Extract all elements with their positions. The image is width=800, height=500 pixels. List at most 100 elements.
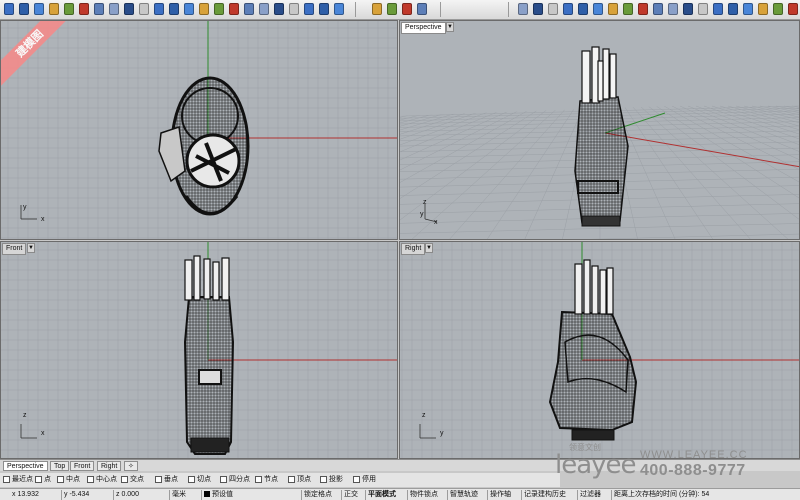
status-z-coord: z 0.000 xyxy=(114,490,170,500)
osnap-checkbox[interactable] xyxy=(121,476,128,483)
toolbar-tool-icon[interactable] xyxy=(698,3,708,15)
toolbar-tool-icon[interactable] xyxy=(638,3,648,15)
osnap-checkbox[interactable] xyxy=(35,476,42,483)
status-filter[interactable]: 过滤器 xyxy=(578,490,612,500)
toolbar-tool-icon[interactable] xyxy=(334,3,344,15)
viewport-perspective[interactable]: Perspective ▼ z y x xyxy=(399,20,800,240)
tab-right[interactable]: Right xyxy=(97,461,122,471)
osnap-checkbox[interactable] xyxy=(255,476,262,483)
toolbar-tool-icon[interactable] xyxy=(4,3,14,15)
osnap-checkbox[interactable] xyxy=(155,476,162,483)
osnap-checkbox[interactable] xyxy=(188,476,195,483)
toolbar-tool-icon[interactable] xyxy=(109,3,119,15)
toolbar-tool-icon[interactable] xyxy=(244,3,254,15)
toolbar-tool-icon[interactable] xyxy=(653,3,663,15)
toolbar-tool-icon[interactable] xyxy=(94,3,104,15)
toolbar-tool-icon[interactable] xyxy=(274,3,284,15)
golf-bag-top-view[interactable] xyxy=(158,76,251,216)
viewport-front[interactable]: Front ▼ z x xyxy=(0,241,398,459)
main-toolbar xyxy=(0,0,800,20)
toolbar-tool-icon[interactable] xyxy=(139,3,149,15)
status-ortho[interactable]: 正交 xyxy=(342,490,366,500)
toolbar-tool-icon[interactable] xyxy=(402,3,412,15)
golf-bag-front-view[interactable] xyxy=(181,255,237,457)
osnap-bar: 最近点 点 中点 中心点 交点 垂点 切点 四分点 节点 顶点 投影 停用 xyxy=(0,473,560,487)
toolbar-tool-icon[interactable] xyxy=(518,3,528,15)
toolbar-tool-icon[interactable] xyxy=(259,3,269,15)
toolbar-tool-icon[interactable] xyxy=(623,3,633,15)
status-planar[interactable]: 平面模式 xyxy=(366,490,408,500)
toolbar-tool-icon[interactable] xyxy=(304,3,314,15)
osnap-checkbox[interactable] xyxy=(353,476,360,483)
status-smarttrack[interactable]: 智慧轨迹 xyxy=(448,490,488,500)
toolbar-tool-icon[interactable] xyxy=(668,3,678,15)
toolbar-tool-icon[interactable] xyxy=(608,3,618,15)
viewport-right[interactable]: Right ▼ z y xyxy=(399,241,800,459)
tab-top[interactable]: Top xyxy=(50,461,70,471)
toolbar-tool-icon[interactable] xyxy=(533,3,543,15)
toolbar-tool-icon[interactable] xyxy=(214,3,224,15)
toolbar-tool-icon[interactable] xyxy=(154,3,164,15)
front-view-canvas[interactable] xyxy=(1,242,398,459)
toolbar-tool-icon[interactable] xyxy=(593,3,603,15)
toolbar-tool-icon[interactable] xyxy=(773,3,783,15)
toolbar-tool-icon[interactable] xyxy=(713,3,723,15)
toolbar-tool-icon[interactable] xyxy=(169,3,179,15)
viewport-menu-arrow-right[interactable]: ▼ xyxy=(425,243,433,253)
toolbar-tool-icon[interactable] xyxy=(743,3,753,15)
toolbar-tool-icon[interactable] xyxy=(578,3,588,15)
status-units[interactable]: 毫米 xyxy=(170,490,202,500)
toolbar-tool-icon[interactable] xyxy=(124,3,134,15)
osnap-checkbox[interactable] xyxy=(220,476,227,483)
osnap-checkbox[interactable] xyxy=(3,476,10,483)
toolbar-tool-icon[interactable] xyxy=(417,3,427,15)
axis-x-label: x xyxy=(41,430,45,437)
toolbar-tool-icon[interactable] xyxy=(788,3,798,15)
status-lock-grid[interactable]: 锁定格点 xyxy=(302,490,342,500)
osnap-checkbox[interactable] xyxy=(288,476,295,483)
toolbar-tool-icon[interactable] xyxy=(387,3,397,15)
toolbar-tool-icon[interactable] xyxy=(79,3,89,15)
golf-bag-perspective[interactable] xyxy=(570,46,635,231)
x-axis-line xyxy=(604,132,799,168)
status-layer[interactable]: 预设值 xyxy=(202,490,302,500)
osnap-label: 四分点 xyxy=(229,476,250,483)
tab-perspective[interactable]: Perspective xyxy=(3,461,48,471)
osnap-checkbox[interactable] xyxy=(87,476,94,483)
toolbar-tool-icon[interactable] xyxy=(229,3,239,15)
axis-y-label: y xyxy=(440,430,444,437)
viewport-top[interactable]: y x 建模图 xyxy=(0,20,398,240)
status-gumball[interactable]: 操作轴 xyxy=(488,490,522,500)
right-view-canvas[interactable] xyxy=(400,242,800,459)
toolbar-tool-icon[interactable] xyxy=(64,3,74,15)
toolbar-tool-icon[interactable] xyxy=(548,3,558,15)
osnap-checkbox[interactable] xyxy=(57,476,64,483)
axis-y-label: y xyxy=(420,211,424,218)
viewport-title-front[interactable]: Front xyxy=(2,243,27,255)
toolbar-tool-icon[interactable] xyxy=(372,3,382,15)
toolbar-tool-icon[interactable] xyxy=(19,3,29,15)
toolbar-tool-icon[interactable] xyxy=(319,3,329,15)
toolbar-tool-icon[interactable] xyxy=(289,3,299,15)
viewport-title-perspective[interactable]: Perspective xyxy=(401,22,446,34)
toolbar-tool-icon[interactable] xyxy=(34,3,44,15)
toolbar-tool-icon[interactable] xyxy=(728,3,738,15)
toolbar-tool-icon[interactable] xyxy=(758,3,768,15)
viewport-menu-arrow-perspective[interactable]: ▼ xyxy=(446,22,454,32)
toolbar-tool-icon[interactable] xyxy=(199,3,209,15)
viewport-title-right[interactable]: Right xyxy=(401,243,426,255)
toolbar-tool-icon[interactable] xyxy=(563,3,573,15)
toolbar-tool-icon[interactable] xyxy=(49,3,59,15)
layer-color-swatch xyxy=(204,491,210,498)
viewport-menu-arrow-front[interactable]: ▼ xyxy=(27,243,35,253)
axis-z-label: z xyxy=(423,199,427,206)
toolbar-tool-icon[interactable] xyxy=(683,3,693,15)
axis-x-label: x xyxy=(434,219,438,226)
status-history[interactable]: 记录建构历史 xyxy=(522,490,578,500)
osnap-checkbox[interactable] xyxy=(320,476,327,483)
toolbar-tool-icon[interactable] xyxy=(184,3,194,15)
perspective-view-canvas[interactable] xyxy=(400,21,800,240)
status-osnap[interactable]: 物件锁点 xyxy=(408,490,448,500)
tab-add-button[interactable]: ✧ xyxy=(124,461,138,471)
tab-front[interactable]: Front xyxy=(70,461,95,471)
